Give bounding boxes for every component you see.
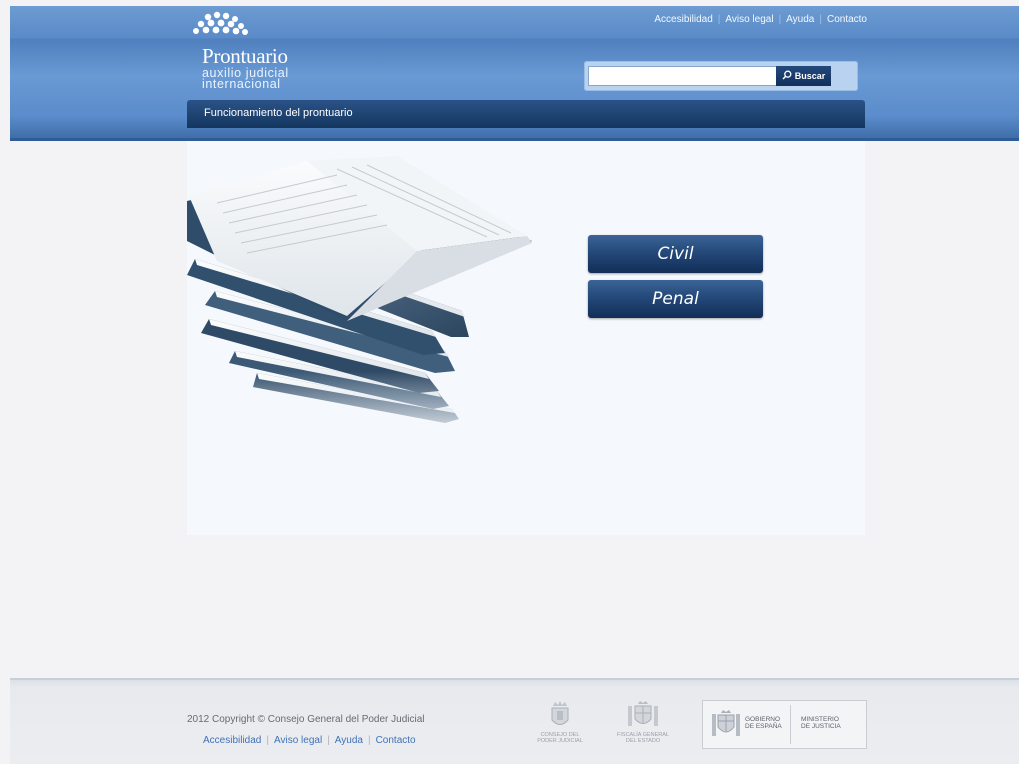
- search-button[interactable]: Buscar: [776, 66, 831, 86]
- site-footer: [10, 678, 1019, 764]
- gov-divider: [790, 705, 791, 744]
- logo-dots-icon: [188, 10, 268, 47]
- seal-consejo-poder-judicial[interactable]: CONSEJO DEL PODER JUDICIAL: [530, 700, 590, 744]
- civil-button[interactable]: Civil: [588, 235, 763, 273]
- footer-link-aviso-legal[interactable]: Aviso legal: [274, 735, 322, 746]
- crown-shield-icon: [551, 701, 569, 725]
- footer-links: Accesibilidad | Aviso legal | Ayuda | Contacto: [203, 735, 416, 746]
- gov-2-line-2: DE JUSTICIA: [801, 723, 841, 730]
- books-image: [187, 156, 657, 441]
- gobierno-ministerio-logo[interactable]: GOBIERNO DE ESPAÑA MINISTERIO DE JUSTICI…: [702, 700, 867, 749]
- main-nav: Funcionamiento del prontuario: [187, 100, 865, 128]
- spain-coat-of-arms-icon: [712, 710, 740, 736]
- seal-fiscalia-general[interactable]: FISCALÍA GENERAL DEL ESTADO: [608, 700, 678, 744]
- top-link-aviso-legal[interactable]: Aviso legal: [725, 14, 773, 25]
- copyright-text: 2012 Copyright © Consejo General del Pod…: [187, 714, 425, 725]
- top-link-contacto[interactable]: Contacto: [827, 14, 867, 25]
- seal-1-line-2: PODER JUDICIAL: [537, 738, 583, 744]
- logo-subtitle: auxilio judicial internacional: [202, 67, 289, 91]
- top-link-ayuda[interactable]: Ayuda: [786, 14, 814, 25]
- content-panel: [187, 141, 865, 535]
- ministerio-text: MINISTERIO DE JUSTICIA: [801, 716, 841, 730]
- coat-of-arms-icon: [628, 701, 658, 726]
- search-input[interactable]: [588, 66, 780, 86]
- search-button-label: Buscar: [794, 71, 826, 81]
- top-links: Accesibilidad | Aviso legal | Ayuda | Contacto: [654, 14, 867, 25]
- seal-2-line-2: DEL ESTADO: [625, 738, 661, 744]
- gov-1-line-1: GOBIERNO: [745, 716, 781, 723]
- gov-2-line-1: MINISTERIO: [801, 716, 839, 723]
- footer-link-ayuda[interactable]: Ayuda: [335, 735, 363, 746]
- penal-button[interactable]: Penal: [588, 280, 763, 318]
- search-box: Buscar: [584, 61, 858, 91]
- footer-link-accesibilidad[interactable]: Accesibilidad: [203, 735, 261, 746]
- logo-subtitle-line-2: internacional: [202, 77, 281, 91]
- search-icon: [782, 70, 792, 82]
- nav-item-funcionamiento[interactable]: Funcionamiento del prontuario: [204, 107, 353, 119]
- top-link-accesibilidad[interactable]: Accesibilidad: [654, 14, 712, 25]
- footer-link-contacto[interactable]: Contacto: [376, 735, 416, 746]
- gobierno-text: GOBIERNO DE ESPAÑA: [745, 716, 782, 730]
- gov-1-line-2: DE ESPAÑA: [745, 723, 782, 730]
